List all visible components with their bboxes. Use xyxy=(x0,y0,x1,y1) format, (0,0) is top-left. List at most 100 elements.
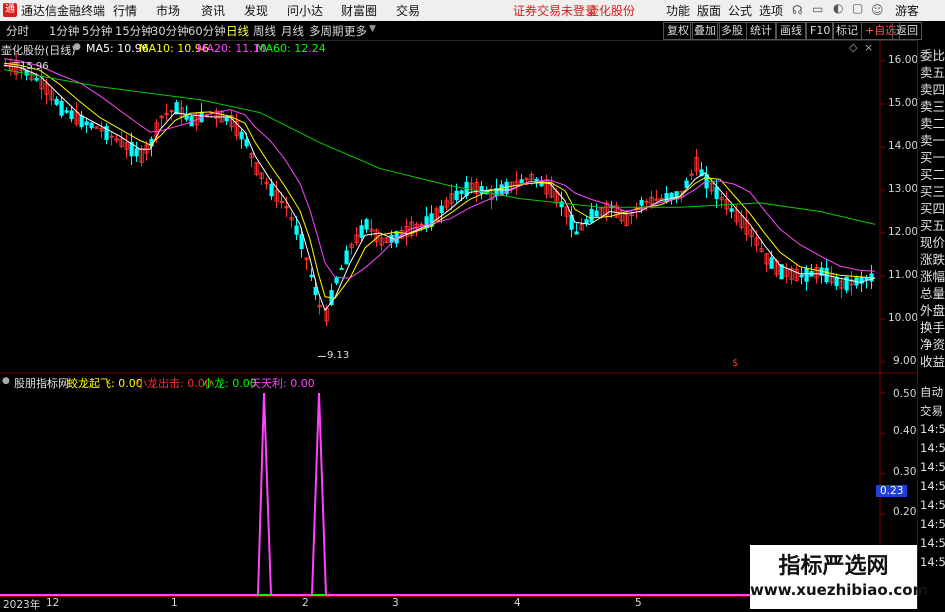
candle-body xyxy=(864,277,869,281)
chevron-down-icon[interactable]: ▼ xyxy=(369,24,376,34)
period-60min[interactable]: 60分钟 xyxy=(188,23,226,39)
indicator-item: 蛟龙起飞: 0.00 xyxy=(67,377,143,390)
trade-tick-label: 14:56 xyxy=(920,536,945,550)
f10-button[interactable]: F10 xyxy=(806,22,835,40)
back-button[interactable]: 返回 xyxy=(892,22,922,40)
candle-body xyxy=(299,234,304,250)
candle-body xyxy=(684,180,689,188)
chart-grid xyxy=(0,40,917,609)
trade-tick-label: 14:56 xyxy=(920,422,945,436)
price-tick: 14.00 xyxy=(888,140,919,152)
watermark: 指标严选网 www.xuezhibiao.com xyxy=(750,545,929,609)
menu-item-quotes[interactable]: 行情 xyxy=(113,2,137,19)
candle-body xyxy=(644,200,649,203)
mark-button[interactable]: 标记 xyxy=(832,22,862,40)
candle-body xyxy=(334,277,339,284)
high-price-label: 15.96 xyxy=(20,61,49,72)
period-30min[interactable]: 30分钟 xyxy=(151,23,189,39)
trade-tick-label: 14:56 xyxy=(920,517,945,531)
date-month: 12 xyxy=(46,597,60,609)
period-5min[interactable]: 5分钟 xyxy=(82,23,112,39)
multi-stock-button[interactable]: 多股 xyxy=(717,22,747,40)
kline-chart[interactable] xyxy=(0,40,917,609)
quote-panel[interactable]: 委比 卖五 卖四 卖三 卖二 卖一 买一 买二 买三 买四 买五 现价 涨跌 涨幅 总量 外盘 换手 净资 收益 自动… xyxy=(917,40,945,609)
guest-label[interactable]: 游客 xyxy=(895,2,919,19)
candle-body xyxy=(269,183,274,197)
ma10-line xyxy=(3,62,876,299)
candle-body xyxy=(64,110,69,113)
menu-item-layout[interactable]: 版面 xyxy=(697,2,721,19)
restore-right-button[interactable]: 复权 xyxy=(663,22,693,40)
menu-item-function[interactable]: 功能 xyxy=(666,2,690,19)
menu-item-trade[interactable]: 交易 xyxy=(396,2,420,19)
watermark-url: www.xuezhibiao.com xyxy=(750,581,929,599)
candle-body xyxy=(359,225,364,238)
overlay-button[interactable]: 叠加 xyxy=(690,22,720,40)
price-tick: 15.00 xyxy=(888,97,919,109)
indicator-tick: 0.40 xyxy=(893,425,917,437)
stock-link[interactable]: 壶化股份 xyxy=(587,2,635,19)
candle-body xyxy=(689,173,694,176)
skin-icon[interactable]: ◐ xyxy=(833,1,843,15)
menu-item-news[interactable]: 资讯 xyxy=(201,2,225,19)
candle-body xyxy=(294,225,299,235)
period-more[interactable]: 更多 xyxy=(344,23,367,39)
trade-tick-label: 14:56 xyxy=(920,441,945,455)
trade-tick-label: 14:56 xyxy=(920,555,945,569)
watermark-title: 指标严选网 xyxy=(778,554,889,579)
period-timeshare[interactable]: 分时 xyxy=(6,23,29,39)
indicator-tick: 0.20 xyxy=(893,506,917,518)
price-tick: 13.00 xyxy=(888,183,919,195)
window-icon[interactable]: ▢ xyxy=(852,1,863,15)
login-notice[interactable]: 证券交易未登录 xyxy=(513,2,597,19)
app-title: 通达信金融终端 xyxy=(21,4,106,18)
headset-icon[interactable]: ☊ xyxy=(792,3,803,17)
candle-body xyxy=(799,274,804,278)
candle-body xyxy=(339,267,344,270)
settings-icon[interactable]: ● xyxy=(2,376,10,386)
period-15min[interactable]: 15分钟 xyxy=(115,23,153,39)
moving-average-lines xyxy=(3,58,876,312)
period-monthly[interactable]: 月线 xyxy=(281,23,304,39)
draw-line-button[interactable]: 画线 xyxy=(776,22,806,40)
trade-tick-label: 交易 xyxy=(920,404,943,418)
ma5-line xyxy=(3,64,876,312)
period-multi[interactable]: 多周期 xyxy=(309,23,344,39)
menu-item-options[interactable]: 选项 xyxy=(759,2,783,19)
period-1min[interactable]: 1分钟 xyxy=(49,23,79,39)
event-marker[interactable]: $ xyxy=(732,358,738,369)
candle-body xyxy=(519,179,524,184)
price-tick: 16.00 xyxy=(888,54,919,66)
period-weekly[interactable]: 周线 xyxy=(253,23,276,39)
statistics-button[interactable]: 统计 xyxy=(746,22,776,40)
indicator-name[interactable]: 股朋指标网 xyxy=(14,375,69,391)
candle-body xyxy=(313,286,318,296)
candle-body xyxy=(454,190,459,200)
candle-body xyxy=(659,198,664,201)
menu-bar: 通 通达信金融终端 行情 市场 资讯 发现 问小达 财富圈 交易 证券交易未登录… xyxy=(0,0,945,22)
candle-body xyxy=(89,122,94,129)
period-daily[interactable]: 日线 xyxy=(226,23,249,39)
candle-body xyxy=(84,121,89,126)
date-month: 2 xyxy=(302,597,309,609)
menu-item-wealth[interactable]: 财富圈 xyxy=(341,2,377,19)
candle-body xyxy=(34,77,39,81)
minimize-icon[interactable]: ▭ xyxy=(812,2,823,16)
menu-item-ask[interactable]: 问小达 xyxy=(287,2,323,19)
menu-item-formula[interactable]: 公式 xyxy=(728,2,752,19)
quote-field-label: 收益 xyxy=(920,354,945,369)
candle-body xyxy=(639,199,644,206)
candle-body xyxy=(584,219,589,224)
app-logo: 通 xyxy=(3,3,17,17)
candle-body xyxy=(769,257,774,269)
indicator-spike xyxy=(257,392,272,596)
menu-item-discover[interactable]: 发现 xyxy=(244,2,268,19)
menu-item-market[interactable]: 市场 xyxy=(156,2,180,19)
candle-body xyxy=(239,131,244,140)
candle-body xyxy=(244,139,249,147)
candle-body xyxy=(169,110,174,113)
user-icon[interactable]: ☺ xyxy=(871,3,884,17)
candle-body xyxy=(729,208,734,212)
candle-body xyxy=(539,180,544,187)
date-month: 4 xyxy=(514,597,521,609)
